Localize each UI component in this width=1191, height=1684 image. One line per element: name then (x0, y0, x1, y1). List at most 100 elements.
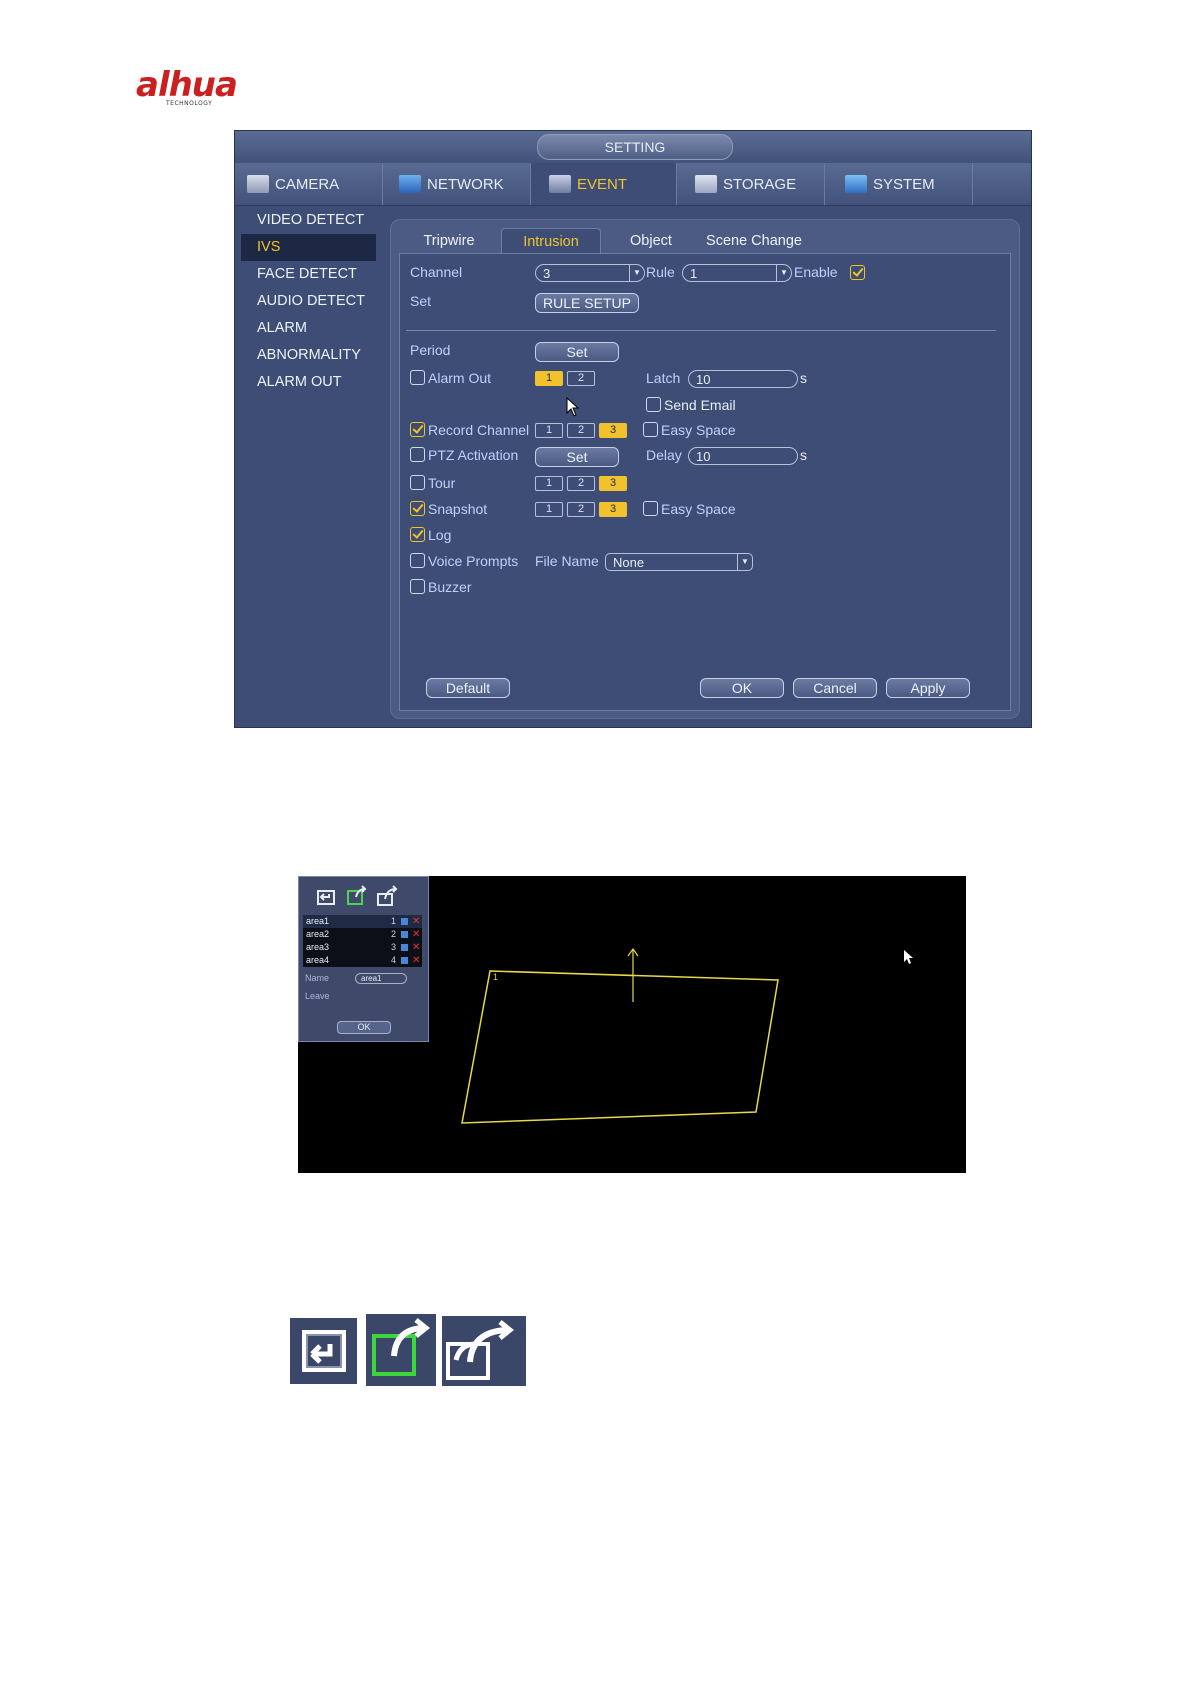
tour-channel-3[interactable]: 3 (599, 476, 627, 491)
intrusion-region[interactable] (461, 970, 779, 1124)
tab-camera[interactable]: CAMERA (235, 163, 383, 205)
rule-setup-screen: area1 1 ✕ area2 2 ✕ area3 3 ✕ area4 4 ✕ … (298, 876, 966, 1173)
divider (406, 330, 996, 331)
enter-exit-icon (442, 1316, 526, 1386)
tour-label: Tour (428, 475, 456, 491)
rule-setup-button[interactable]: RULE SETUP (535, 293, 639, 313)
tab-network[interactable]: NETWORK (383, 163, 531, 205)
voice-prompts-label: Voice Prompts (428, 553, 519, 569)
tab-event[interactable]: EVENT (531, 163, 677, 205)
voice-prompts-checkbox[interactable] (410, 553, 425, 568)
subtab-intrusion[interactable]: Intrusion (501, 228, 601, 255)
alarm-out-channel-1[interactable]: 1 (535, 371, 563, 386)
alarm-out-channel-2[interactable]: 2 (567, 371, 595, 386)
chevron-down-icon: ▼ (629, 265, 644, 281)
tour-channel-1[interactable]: 1 (535, 476, 563, 491)
tab-storage[interactable]: STORAGE (677, 163, 825, 205)
file-name-value: None (613, 555, 645, 570)
cancel-button[interactable]: Cancel (793, 678, 877, 698)
file-name-select[interactable]: None ▼ (605, 553, 753, 571)
sidebar-item-audio-detect[interactable]: AUDIO DETECT (241, 288, 376, 315)
snapshot-channel-1[interactable]: 1 (535, 502, 563, 517)
file-name-label: File Name (535, 553, 599, 569)
subtab-scene-change[interactable]: Scene Change (699, 228, 809, 254)
snapshot-label: Snapshot (428, 501, 488, 517)
system-icon (845, 175, 867, 193)
send-email-checkbox[interactable] (646, 397, 661, 412)
apply-button[interactable]: Apply (886, 678, 970, 698)
snapshot-checkbox[interactable] (410, 501, 425, 516)
network-icon (399, 175, 421, 193)
logo-tagline: TECHNOLOGY (166, 100, 213, 107)
delay-label: Delay (646, 447, 682, 463)
storage-icon (695, 175, 717, 193)
rule-value: 1 (690, 266, 698, 281)
subtab-tripwire[interactable]: Tripwire (401, 228, 497, 254)
ptz-set-button[interactable]: Set (535, 447, 619, 467)
ok-button[interactable]: OK (700, 678, 784, 698)
enable-label: Enable (794, 264, 838, 280)
record-channel-3[interactable]: 3 (599, 423, 627, 438)
sidebar-item-video-detect[interactable]: VIDEO DETECT (241, 207, 376, 234)
record-easy-space-label: Easy Space (661, 422, 736, 438)
tour-checkbox[interactable] (410, 475, 425, 490)
set-label: Set (410, 293, 432, 309)
tab-label: NETWORK (427, 175, 504, 193)
logo-wordmark: alhua (136, 65, 238, 105)
sidebar-item-face-detect[interactable]: FACE DETECT (241, 261, 376, 288)
record-channel-label: Record Channel (428, 422, 530, 438)
title-bar: SETTING (235, 131, 1031, 163)
main-tabs: CAMERA NETWORK EVENT STORAGE SYSTEM (235, 163, 1031, 206)
record-channel-2[interactable]: 2 (567, 423, 595, 438)
sidebar-item-alarm[interactable]: ALARM (241, 315, 376, 342)
delay-input[interactable]: 10 (688, 447, 798, 465)
mouse-cursor-icon (566, 397, 580, 417)
enable-checkbox[interactable] (850, 265, 865, 280)
channel-label: Channel (410, 264, 463, 280)
subtab-object[interactable]: Object (603, 228, 699, 254)
latch-unit: s (800, 370, 807, 386)
record-easy-space-checkbox[interactable] (643, 422, 658, 437)
buzzer-label: Buzzer (428, 579, 472, 595)
record-channel-checkbox[interactable] (410, 422, 425, 437)
channel-value: 3 (543, 266, 551, 281)
channel-select[interactable]: 3 ▼ (535, 264, 645, 282)
snapshot-easy-space-label: Easy Space (661, 501, 736, 517)
tab-label: SYSTEM (873, 175, 935, 193)
latch-input[interactable]: 10 (688, 370, 798, 388)
record-channel-1[interactable]: 1 (535, 423, 563, 438)
intrusion-form: Channel 3 ▼ Rule 1 ▼ Enable Set RULE SET… (399, 253, 1011, 711)
ivs-panel: Tripwire Intrusion Object Scene Change C… (390, 219, 1020, 719)
tour-channel-2[interactable]: 2 (567, 476, 595, 491)
sidebar: VIDEO DETECT IVS FACE DETECT AUDIO DETEC… (241, 207, 376, 396)
snapshot-channel-3[interactable]: 3 (599, 502, 627, 517)
rule-select[interactable]: 1 ▼ (682, 264, 792, 282)
snapshot-easy-space-checkbox[interactable] (643, 501, 658, 516)
log-checkbox[interactable] (410, 527, 425, 542)
latch-label: Latch (646, 370, 681, 386)
tab-system[interactable]: SYSTEM (825, 163, 973, 205)
detection-canvas[interactable]: 1 (298, 876, 966, 1173)
period-set-button[interactable]: Set (535, 342, 619, 362)
alarm-out-checkbox[interactable] (410, 370, 425, 385)
snapshot-channel-2[interactable]: 2 (567, 502, 595, 517)
delay-unit: s (800, 447, 807, 463)
tab-label: CAMERA (275, 175, 340, 193)
buzzer-checkbox[interactable] (410, 579, 425, 594)
enter-icon (290, 1318, 357, 1384)
send-email-label: Send Email (664, 397, 736, 413)
camera-icon (247, 175, 269, 193)
default-button[interactable]: Default (426, 678, 510, 698)
sidebar-item-alarm-out[interactable]: ALARM OUT (241, 369, 376, 396)
exit-icon (366, 1314, 436, 1386)
sidebar-item-abnormality[interactable]: ABNORMALITY (241, 342, 376, 369)
chevron-down-icon: ▼ (776, 265, 791, 281)
ptz-activation-checkbox[interactable] (410, 447, 425, 462)
sidebar-item-ivs[interactable]: IVS (241, 234, 376, 261)
tab-label: STORAGE (723, 175, 797, 193)
dahua-logo: alhua TECHNOLOGY (136, 66, 258, 110)
window-title: SETTING (537, 134, 733, 160)
setting-window: SETTING CAMERA NETWORK EVENT STORAGE SYS… (234, 130, 1032, 728)
period-label: Period (410, 342, 451, 358)
event-icon (549, 175, 571, 193)
